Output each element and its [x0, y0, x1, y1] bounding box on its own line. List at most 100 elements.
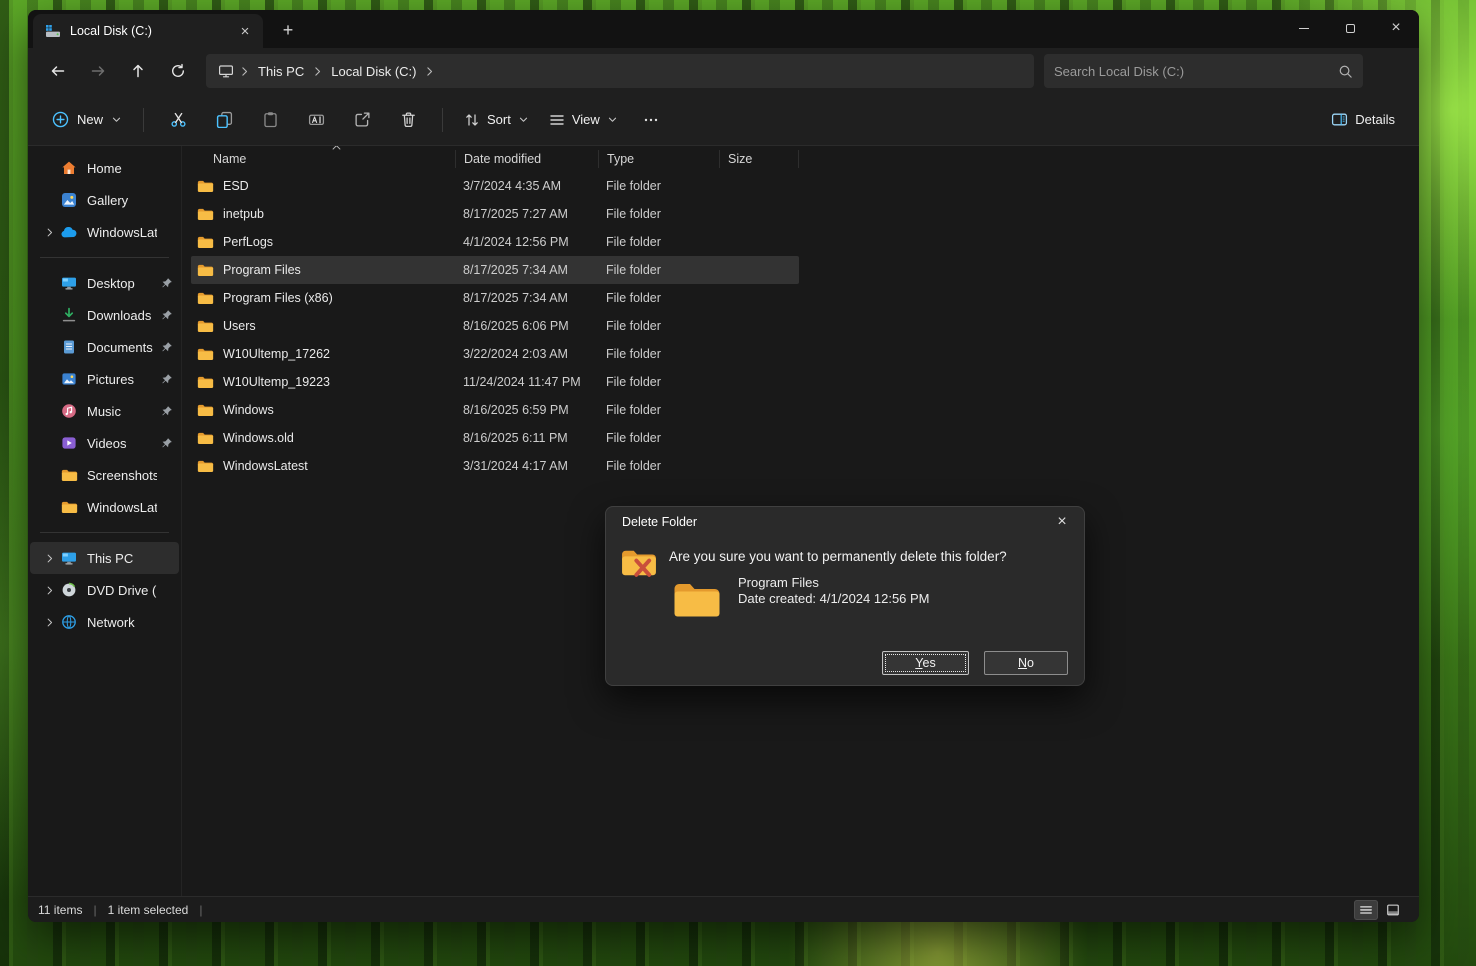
back-button[interactable] [38, 53, 78, 89]
yes-button[interactable]: Yes [882, 651, 969, 675]
sidebar-item-downloads[interactable]: Downloads [30, 299, 179, 331]
back-icon [50, 63, 66, 79]
folder-icon [60, 468, 78, 482]
file-name: W10Ultemp_17262 [223, 347, 330, 361]
share-button[interactable] [343, 103, 381, 137]
folder-icon [197, 179, 214, 193]
paste-button[interactable] [251, 103, 289, 137]
column-header-size[interactable]: Size [719, 150, 799, 168]
column-header-type[interactable]: Type [598, 150, 719, 168]
expand-chevron-icon[interactable] [38, 617, 60, 628]
file-type: File folder [598, 319, 719, 333]
dialog-close-button[interactable]: × [1044, 509, 1080, 535]
sidebar-item-pictures[interactable]: Pictures [30, 363, 179, 395]
breadcrumb-computer-button[interactable] [214, 63, 238, 79]
sidebar-item-onedrive[interactable]: WindowsLatest - Pe [30, 216, 179, 248]
breadcrumb-local-disk-c[interactable]: Local Disk (C:) [324, 64, 423, 79]
folder-icon [197, 347, 214, 361]
sidebar-divider [40, 532, 169, 533]
forward-button[interactable] [78, 53, 118, 89]
sidebar-item-screenshots[interactable]: Screenshots [30, 459, 179, 491]
chevron-right-icon [311, 65, 324, 78]
expand-chevron-icon[interactable] [38, 553, 60, 564]
file-row[interactable]: ESD 3/7/2024 4:35 AM File folder [191, 172, 799, 200]
sidebar-item-home[interactable]: Home [30, 152, 179, 184]
up-button[interactable] [118, 53, 158, 89]
column-header-name[interactable]: Name [191, 152, 455, 166]
documents-icon [60, 339, 78, 355]
view-button-label: View [572, 112, 600, 127]
expand-chevron-icon[interactable] [38, 585, 60, 596]
search-box[interactable] [1044, 54, 1363, 88]
sidebar-item-videos[interactable]: Videos [30, 427, 179, 459]
tab-local-disk-c[interactable]: Local Disk (C:) × [33, 14, 263, 48]
sidebar-item-desktop[interactable]: Desktop [30, 267, 179, 299]
view-button[interactable]: View [539, 103, 628, 137]
thumbnail-view-toggle[interactable] [1381, 900, 1405, 920]
file-date: 8/17/2025 7:34 AM [455, 263, 598, 277]
sidebar-item-this-pc[interactable]: This PC [30, 542, 179, 574]
minimize-icon [1299, 28, 1309, 29]
dialog-title-bar[interactable]: Delete Folder × [606, 507, 1084, 537]
no-button[interactable]: No [984, 651, 1068, 675]
file-type: File folder [598, 459, 719, 473]
file-name: ESD [223, 179, 249, 193]
file-row-selected[interactable]: Program Files 8/17/2025 7:34 AM File fol… [191, 256, 799, 284]
search-icon[interactable] [1338, 64, 1353, 79]
file-row[interactable]: Windows 8/16/2025 6:59 PM File folder [191, 396, 799, 424]
cut-button[interactable] [159, 103, 197, 137]
file-date: 8/16/2025 6:11 PM [455, 431, 598, 445]
close-button[interactable]: × [1373, 10, 1419, 46]
folder-icon [197, 207, 214, 221]
file-name: Windows.old [223, 431, 294, 445]
file-row[interactable]: Users 8/16/2025 6:06 PM File folder [191, 312, 799, 340]
file-row[interactable]: Program Files (x86) 8/17/2025 7:34 AM Fi… [191, 284, 799, 312]
column-header-date-modified[interactable]: Date modified [455, 150, 598, 168]
new-tab-button[interactable]: + [273, 15, 303, 45]
minimize-button[interactable] [1281, 10, 1327, 46]
file-row[interactable]: W10Ultemp_17262 3/22/2024 2:03 AM File f… [191, 340, 799, 368]
sidebar-item-music[interactable]: Music [30, 395, 179, 427]
sidebar-item-dvd-drive[interactable]: DVD Drive (D:) CCC [30, 574, 179, 606]
title-bar[interactable]: Local Disk (C:) × + × [28, 10, 1419, 48]
details-pane-button[interactable]: Details [1321, 103, 1405, 137]
this-pc-icon [60, 550, 78, 566]
delete-button[interactable] [389, 103, 427, 137]
sidebar-item-gallery[interactable]: Gallery [30, 184, 179, 216]
file-row[interactable]: W10Ultemp_19223 11/24/2024 11:47 PM File… [191, 368, 799, 396]
dialog-item-info: Program Files Date created: 4/1/2024 12:… [738, 575, 930, 606]
folder-icon [197, 235, 214, 249]
file-date: 8/17/2025 7:34 AM [455, 291, 598, 305]
search-input[interactable] [1054, 64, 1338, 79]
file-name: W10Ultemp_19223 [223, 375, 330, 389]
sort-button[interactable]: Sort [454, 103, 539, 137]
ellipsis-icon [643, 112, 659, 128]
toolbar-divider [143, 108, 144, 132]
sidebar-item-network[interactable]: Network [30, 606, 179, 638]
more-options-button[interactable] [632, 103, 670, 137]
sidebar-item-documents[interactable]: Documents [30, 331, 179, 363]
chevron-down-icon [111, 114, 122, 125]
address-bar[interactable]: This PC Local Disk (C:) [206, 54, 1034, 88]
sidebar-item-windowslatest[interactable]: WindowsLatest [30, 491, 179, 523]
file-row[interactable]: WindowsLatest 3/31/2024 4:17 AM File fol… [191, 452, 799, 480]
up-icon [130, 63, 146, 79]
expand-chevron-icon[interactable] [38, 227, 60, 238]
file-row[interactable]: inetpub 8/17/2025 7:27 AM File folder [191, 200, 799, 228]
tab-close-icon[interactable]: × [233, 19, 257, 43]
pin-icon [157, 405, 177, 417]
file-row[interactable]: PerfLogs 4/1/2024 12:56 PM File folder [191, 228, 799, 256]
details-view-toggle[interactable] [1354, 900, 1378, 920]
refresh-button[interactable] [158, 53, 198, 89]
rename-button[interactable] [297, 103, 335, 137]
copy-button[interactable] [205, 103, 243, 137]
chevron-right-icon [423, 65, 436, 78]
maximize-button[interactable] [1327, 10, 1373, 46]
file-name: Program Files [223, 263, 301, 277]
file-row[interactable]: Windows.old 8/16/2025 6:11 PM File folde… [191, 424, 799, 452]
file-explorer-window: Local Disk (C:) × + × This PC [28, 10, 1419, 922]
new-button[interactable]: New [42, 103, 132, 137]
dialog-item-date: Date created: 4/1/2024 12:56 PM [738, 591, 930, 607]
details-view-icon [1359, 903, 1373, 917]
breadcrumb-this-pc[interactable]: This PC [251, 64, 311, 79]
